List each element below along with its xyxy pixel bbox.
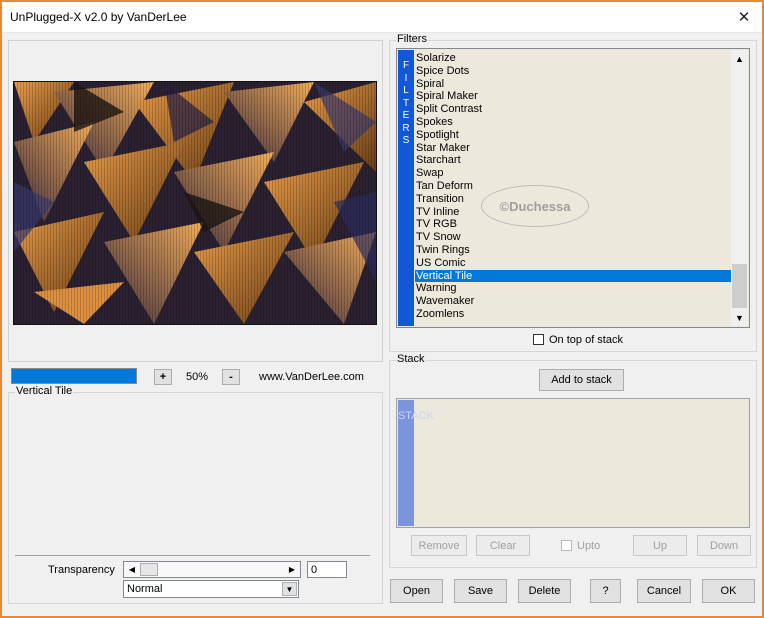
up-button[interactable]: Up: [633, 535, 687, 556]
cancel-button[interactable]: Cancel: [637, 579, 691, 603]
stack-group-label: Stack: [396, 353, 426, 365]
filters-group-label: Filters: [396, 33, 428, 45]
watermark: ©Duchessa: [481, 185, 589, 227]
plugin-window: UnPlugged-X v2.0 by VanDerLee ✕ + 50% - …: [0, 0, 764, 618]
title-bar: UnPlugged-X v2.0 by VanDerLee ✕: [2, 2, 762, 33]
filter-item[interactable]: Zoomlens: [415, 308, 733, 321]
filter-item[interactable]: Spokes: [415, 116, 733, 129]
delete-button[interactable]: Delete: [518, 579, 571, 603]
arrow-down-icon[interactable]: ▼: [731, 309, 748, 326]
window-title: UnPlugged-X v2.0 by VanDerLee: [10, 10, 187, 24]
strip-letter: F: [402, 60, 410, 71]
zoom-out-button[interactable]: -: [222, 369, 240, 385]
strip-letter: R: [402, 122, 410, 134]
strip-letter: T: [402, 97, 410, 109]
strip-letter: A: [411, 410, 419, 422]
filter-item[interactable]: Starchart: [415, 154, 733, 167]
filter-item[interactable]: Split Contrast: [415, 103, 733, 116]
filter-item[interactable]: Spice Dots: [415, 65, 733, 78]
strip-letter: S: [402, 135, 410, 146]
transparency-slider[interactable]: ◀ ▶: [123, 561, 301, 578]
current-filter-name: Vertical Tile: [15, 385, 74, 397]
strip-letter: E: [402, 110, 410, 121]
filter-item[interactable]: Vertical Tile: [415, 269, 733, 283]
filter-items: Solarize Spice Dots Spiral Spiral Maker Spli…: [415, 52, 733, 321]
filter-item[interactable]: Spiral: [415, 78, 733, 91]
filter-item[interactable]: Warning: [415, 282, 733, 295]
stack-strip: STACK: [398, 400, 434, 526]
plus-icon: +: [159, 371, 167, 383]
add-to-stack-button[interactable]: Add to stack: [539, 369, 624, 391]
chevron-down-icon[interactable]: ▼: [282, 582, 297, 596]
scroll-thumb[interactable]: [732, 264, 747, 308]
stack-list[interactable]: STACK: [396, 398, 750, 528]
blend-mode-select[interactable]: Normal ▼: [123, 580, 299, 598]
minus-icon: -: [229, 371, 233, 383]
filter-list[interactable]: FILTERS Solarize Spice Dots Spiral Spiral M…: [396, 48, 750, 328]
blend-mode-value: Normal: [127, 583, 163, 595]
zoom-in-button[interactable]: +: [154, 369, 172, 385]
progress-bar: [11, 368, 137, 384]
filter-item[interactable]: Swap: [415, 167, 733, 180]
transparency-input[interactable]: 0: [307, 561, 347, 578]
zoom-level: 50%: [186, 371, 209, 383]
filter-item[interactable]: Star Maker: [415, 142, 733, 155]
filter-scrollbar[interactable]: ▲ ▼: [731, 50, 748, 326]
remove-button[interactable]: Remove: [411, 535, 467, 556]
on-top-label: On top of stack: [549, 334, 623, 346]
strip-letter: K: [426, 410, 434, 422]
divider: [15, 555, 370, 556]
clear-button[interactable]: Clear: [476, 535, 530, 556]
preview-pattern: [14, 82, 376, 324]
upto-label: Upto: [577, 540, 601, 552]
open-button[interactable]: Open: [390, 579, 443, 603]
close-icon[interactable]: ✕: [732, 6, 756, 28]
ok-button[interactable]: OK: [702, 579, 755, 603]
upto-checkbox[interactable]: [561, 540, 572, 551]
filter-item[interactable]: US Comic: [415, 257, 733, 270]
website-link[interactable]: www.VanDerLee.com: [259, 371, 364, 383]
strip-letter: C: [418, 410, 427, 422]
filter-item[interactable]: TV Snow: [415, 231, 733, 244]
preview-panel: [8, 40, 383, 362]
filters-strip: FILTERS: [398, 50, 414, 326]
filter-item[interactable]: Spiral Maker: [415, 90, 733, 103]
down-button[interactable]: Down: [697, 535, 751, 556]
slider-thumb[interactable]: [140, 563, 158, 576]
filter-item[interactable]: Solarize: [415, 52, 733, 65]
strip-letter: I: [404, 72, 408, 84]
help-button[interactable]: ?: [590, 579, 621, 603]
filter-item[interactable]: Spotlight: [415, 129, 733, 142]
filter-item[interactable]: Twin Rings: [415, 244, 733, 257]
arrow-up-icon[interactable]: ▲: [731, 50, 748, 67]
arrow-left-icon[interactable]: ◀: [125, 563, 139, 576]
progress-fill: [12, 369, 136, 383]
on-top-checkbox[interactable]: [533, 334, 544, 345]
transparency-label: Transparency: [48, 564, 115, 576]
preview-image[interactable]: [13, 81, 377, 325]
filter-item[interactable]: Wavemaker: [415, 295, 733, 308]
arrow-right-icon[interactable]: ▶: [285, 563, 299, 576]
strip-letter: L: [403, 85, 409, 96]
save-button[interactable]: Save: [454, 579, 507, 603]
